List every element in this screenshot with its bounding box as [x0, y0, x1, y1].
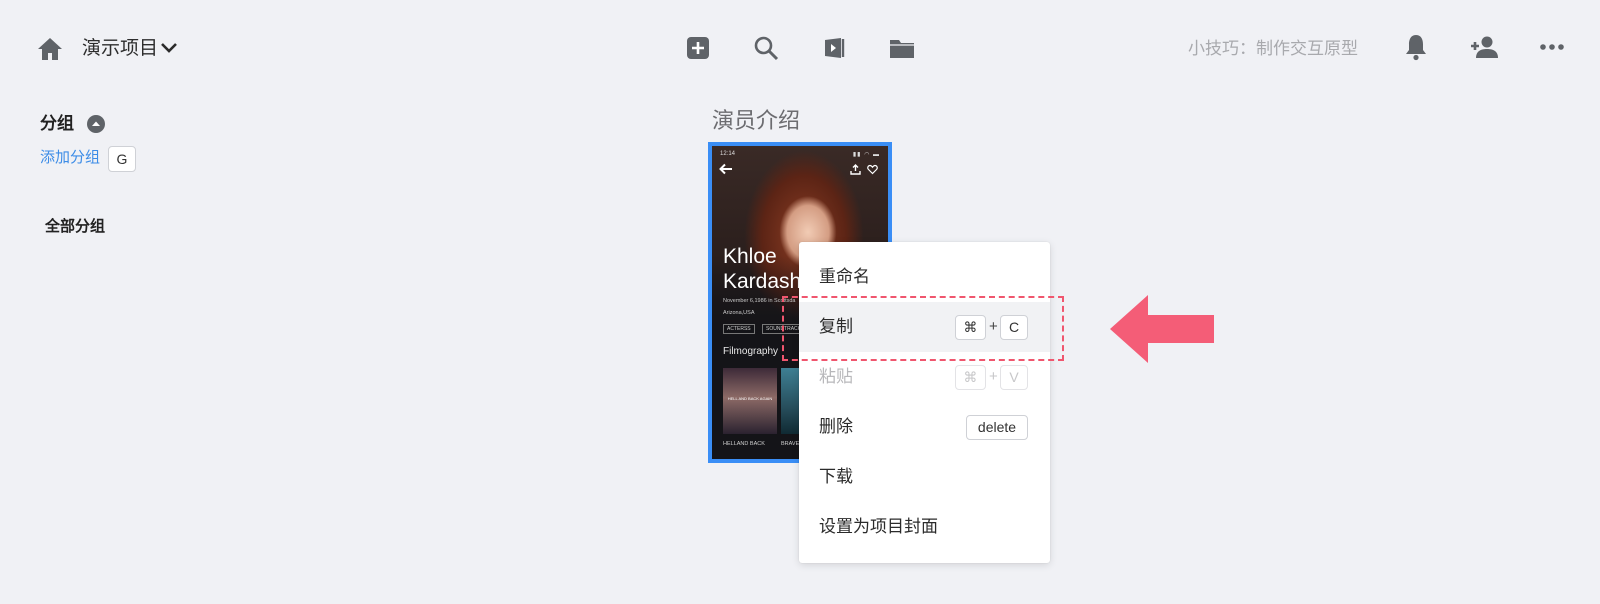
shortcut-key-g: G — [108, 146, 136, 172]
filmography-heading: Filmography — [723, 346, 779, 357]
search-icon[interactable] — [752, 34, 780, 62]
menu-item-label: 删除 — [819, 417, 853, 436]
tip-link[interactable]: 小技巧：制作交互原型 — [1188, 37, 1358, 61]
menu-item-label: 重命名 — [819, 267, 870, 286]
bell-icon[interactable] — [1401, 32, 1431, 62]
home-icon[interactable] — [36, 36, 64, 62]
top-bar: 演示项目 小技巧：制作交互原型 — [0, 0, 1600, 96]
film-label-2: BRAVE — [781, 441, 800, 447]
group-title: 分组 — [40, 114, 74, 133]
chevron-down-icon[interactable] — [160, 41, 178, 55]
preview-icon[interactable] — [820, 34, 848, 62]
menu-item-paste[interactable]: 粘贴 ⌘ + V — [799, 352, 1050, 402]
project-name[interactable]: 演示项目 — [82, 36, 158, 62]
menu-item-label: 复制 — [819, 317, 853, 336]
shortcut-key-c: C — [1000, 315, 1028, 340]
back-arrow-icon — [719, 163, 732, 175]
menu-item-label: 下载 — [819, 467, 853, 486]
status-time: 12:14 — [720, 151, 736, 157]
actor-name: Khloe Kardash — [723, 245, 802, 293]
add-user-icon[interactable] — [1469, 32, 1499, 62]
shortcut-plus: + — [989, 318, 998, 335]
share-icon — [850, 164, 861, 175]
menu-item-copy[interactable]: 复制 ⌘ + C — [799, 302, 1050, 352]
pointer-arrow-icon — [1110, 295, 1214, 363]
shortcut-key-cmd: ⌘ — [955, 365, 986, 390]
menu-item-set-cover[interactable]: 设置为项目封面 — [799, 502, 1050, 552]
menu-item-rename[interactable]: 重命名 — [799, 252, 1050, 302]
add-icon[interactable] — [684, 34, 712, 62]
add-group-link[interactable]: 添加分组 — [40, 147, 100, 169]
status-bar-icons: ▮▮ ◠ ▬ — [852, 152, 880, 158]
shortcut-key-cmd: ⌘ — [955, 315, 986, 340]
shortcut-plus: + — [989, 368, 998, 385]
shortcut-key-delete: delete — [966, 415, 1028, 440]
heart-icon — [867, 164, 878, 175]
folder-icon[interactable] — [888, 34, 916, 62]
context-menu: 重命名 复制 ⌘ + C 粘贴 ⌘ + V 删除 delete 下载 设置为项目… — [799, 242, 1050, 563]
page-title[interactable]: 演员介绍 — [712, 106, 800, 136]
tag-actress: ACTERSS — [723, 324, 755, 334]
all-groups-item[interactable]: 全部分组 — [45, 216, 105, 238]
film-poster-title: HELL AND BACK AGAIN — [727, 396, 773, 401]
shortcut-key-v: V — [1000, 365, 1028, 390]
actor-birth: November 6,1986 in Scottsda — [723, 298, 796, 304]
collapse-icon[interactable] — [86, 114, 106, 134]
film-label-1: HELLAND BACK — [723, 441, 765, 447]
actor-place: Arizona,USA — [723, 310, 755, 316]
menu-item-label: 设置为项目封面 — [819, 517, 938, 536]
menu-item-download[interactable]: 下载 — [799, 452, 1050, 502]
menu-item-label: 粘贴 — [819, 367, 853, 386]
more-icon[interactable] — [1537, 32, 1567, 62]
menu-item-delete[interactable]: 删除 delete — [799, 402, 1050, 452]
film-poster-1: HELL AND BACK AGAIN — [723, 368, 777, 434]
